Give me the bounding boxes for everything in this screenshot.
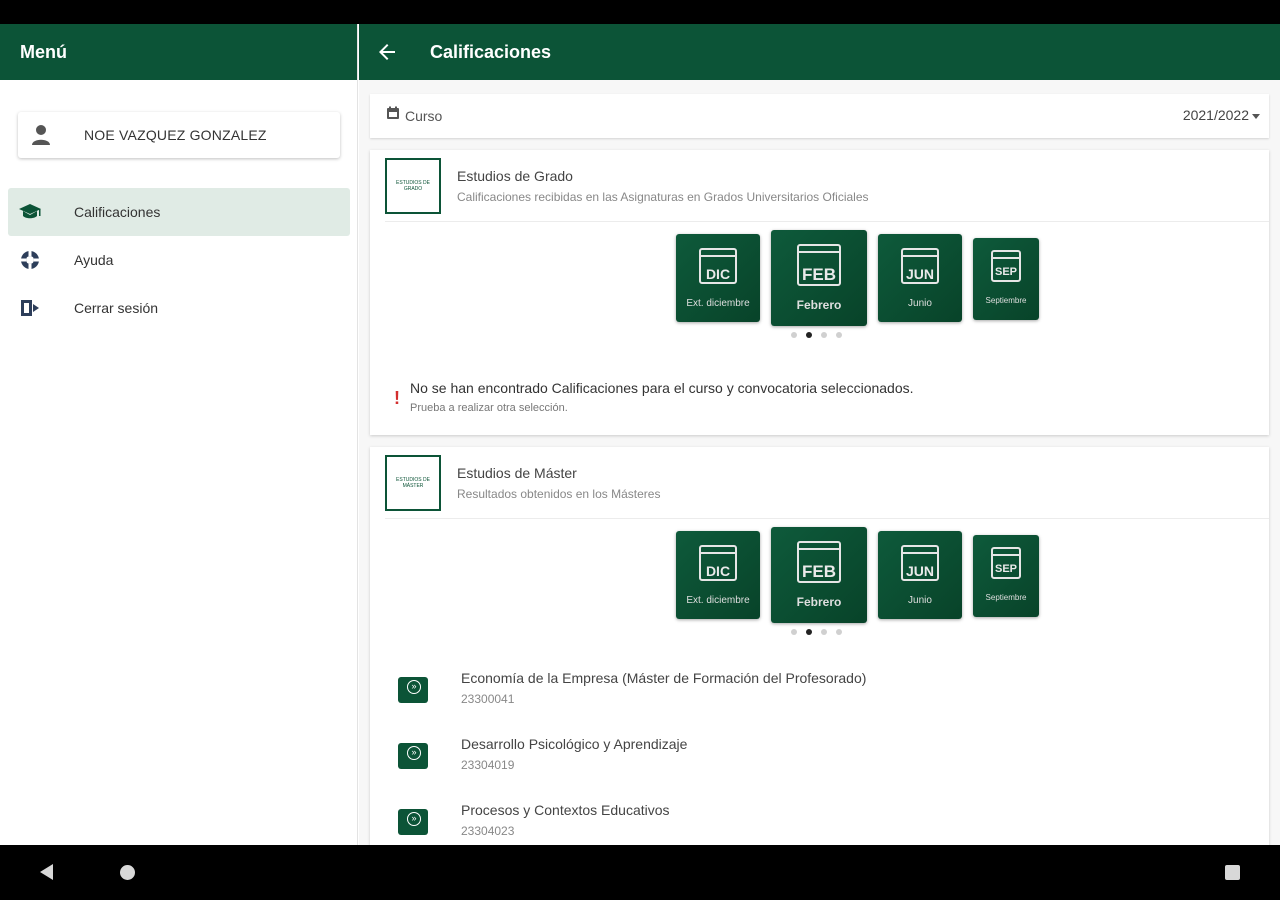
tile-month: DIC — [705, 266, 731, 282]
card-header: ESTUDIOS DE GRADO Estudios de Grado Cali… — [385, 150, 1269, 222]
warning-icon: ! — [394, 388, 400, 408]
status-bar — [0, 0, 1280, 24]
user-card[interactable]: NOE VAZQUEZ GONZALEZ — [18, 112, 340, 158]
sidebar-item-label: Cerrar sesión — [74, 300, 159, 316]
tile-jun[interactable]: JUN Junio — [878, 234, 962, 322]
nav-back-icon[interactable] — [40, 864, 53, 880]
subject-code: 23300041 — [461, 692, 515, 706]
subject-name: Desarrollo Psicológico y Aprendizaje — [461, 736, 688, 752]
convocatoria-carousel[interactable]: DIC Ext. diciembre FEB Febrero JUN Junio… — [370, 230, 1280, 350]
card-title: Estudios de Grado — [457, 168, 573, 184]
tile-name: Febrero — [796, 298, 842, 312]
carousel-dot-active[interactable] — [806, 332, 812, 338]
top-app-bar: Calificaciones — [359, 24, 1280, 80]
list-item[interactable]: Desarrollo Psicológico y Aprendizaje 233… — [398, 733, 1258, 785]
subject-name: Economía de la Empresa (Máster de Formac… — [461, 670, 867, 686]
tile-month: FEB — [802, 265, 836, 284]
back-arrow-icon[interactable] — [375, 40, 399, 64]
list-item[interactable]: Procesos y Contextos Educativos 23304023 — [398, 799, 1258, 845]
tile-name: Ext. diciembre — [686, 298, 750, 309]
chevron-right-circle-icon — [398, 809, 428, 835]
tile-month: SEP — [994, 563, 1017, 575]
list-item[interactable]: Economía de la Empresa (Máster de Formac… — [398, 667, 1258, 719]
carousel-dot[interactable] — [791, 629, 797, 635]
tile-month: SEP — [994, 266, 1017, 278]
carousel-dots — [791, 332, 842, 338]
curso-selector[interactable]: Curso 2021/2022 — [370, 94, 1269, 138]
card-header: ESTUDIOS DE MÁSTER Estudios de Máster Re… — [385, 447, 1269, 519]
sidebar: Menú NOE VAZQUEZ GONZALEZ Calificaciones — [0, 24, 358, 845]
tile-sep[interactable]: SEP Septiembre — [973, 535, 1039, 617]
tile-month: JUN — [905, 563, 934, 579]
calendar-icon — [387, 106, 399, 119]
card-estudios-master: ESTUDIOS DE MÁSTER Estudios de Máster Re… — [370, 447, 1269, 845]
card-estudios-grado: ESTUDIOS DE GRADO Estudios de Grado Cali… — [370, 150, 1269, 435]
subject-code: 23304023 — [461, 824, 515, 838]
empty-state-title: No se han encontrado Calificaciones para… — [410, 380, 914, 396]
tile-sep[interactable]: SEP Septiembre — [973, 238, 1039, 320]
tile-month: DIC — [705, 563, 731, 579]
sidebar-item-cerrar-sesion[interactable]: Cerrar sesión — [8, 284, 350, 332]
curso-year-select[interactable]: 2021/2022 — [1183, 107, 1249, 123]
carousel-dot[interactable] — [821, 629, 827, 635]
card-title: Estudios de Máster — [457, 465, 577, 481]
user-name: NOE VAZQUEZ GONZALEZ — [84, 127, 267, 143]
page-title: Calificaciones — [430, 42, 552, 62]
carousel-dot-active[interactable] — [806, 629, 812, 635]
android-nav-bar — [0, 845, 1280, 900]
lifebuoy-icon — [21, 251, 39, 269]
tile-dic[interactable]: DIC Ext. diciembre — [676, 234, 760, 322]
nav-recents-icon[interactable] — [1225, 865, 1240, 880]
logout-icon — [21, 300, 39, 316]
tile-name: Septiembre — [985, 593, 1027, 602]
chevron-down-icon[interactable] — [1252, 114, 1260, 119]
carousel-dot[interactable] — [836, 629, 842, 635]
tile-month: FEB — [802, 562, 836, 581]
chevron-right-circle-icon — [398, 677, 428, 703]
chevron-right-circle-icon — [398, 743, 428, 769]
sidebar-title: Menú — [0, 24, 357, 80]
tile-name: Ext. diciembre — [686, 595, 750, 606]
app-window: Menú NOE VAZQUEZ GONZALEZ Calificaciones — [0, 24, 1280, 845]
master-logo: ESTUDIOS DE MÁSTER — [385, 455, 441, 511]
tile-jun[interactable]: JUN Junio — [878, 531, 962, 619]
sidebar-item-label: Ayuda — [74, 252, 114, 268]
sidebar-item-calificaciones[interactable]: Calificaciones — [8, 188, 350, 236]
tile-name: Septiembre — [985, 296, 1027, 305]
grado-logo: ESTUDIOS DE GRADO — [385, 158, 441, 214]
curso-label: Curso — [405, 108, 443, 124]
tile-feb[interactable]: FEB Febrero — [771, 230, 867, 326]
main-panel: Calificaciones Curso 2021/2022 ESTUDIOS … — [359, 24, 1280, 845]
carousel-dot[interactable] — [791, 332, 797, 338]
carousel-dots — [791, 629, 842, 635]
graduation-cap-icon — [19, 204, 41, 219]
card-subtitle: Calificaciones recibidas en las Asignatu… — [457, 190, 869, 204]
tile-name: Junio — [908, 595, 932, 606]
nav-home-icon[interactable] — [120, 865, 135, 880]
convocatoria-carousel[interactable]: DIC Ext. diciembre FEB Febrero JUN Junio… — [370, 527, 1280, 647]
carousel-dot[interactable] — [821, 332, 827, 338]
sidebar-item-label: Calificaciones — [74, 204, 161, 220]
tile-name: Febrero — [796, 595, 842, 609]
tile-name: Junio — [908, 298, 932, 309]
tile-feb[interactable]: FEB Febrero — [771, 527, 867, 623]
sidebar-item-ayuda[interactable]: Ayuda — [8, 236, 350, 284]
user-icon — [32, 125, 50, 145]
subject-code: 23304019 — [461, 758, 515, 772]
tile-dic[interactable]: DIC Ext. diciembre — [676, 531, 760, 619]
tile-month: JUN — [905, 266, 934, 282]
card-subtitle: Resultados obtenidos en los Másteres — [457, 487, 661, 501]
carousel-dot[interactable] — [836, 332, 842, 338]
subject-name: Procesos y Contextos Educativos — [461, 802, 670, 818]
empty-state-subtitle: Prueba a realizar otra selección. — [410, 402, 568, 414]
